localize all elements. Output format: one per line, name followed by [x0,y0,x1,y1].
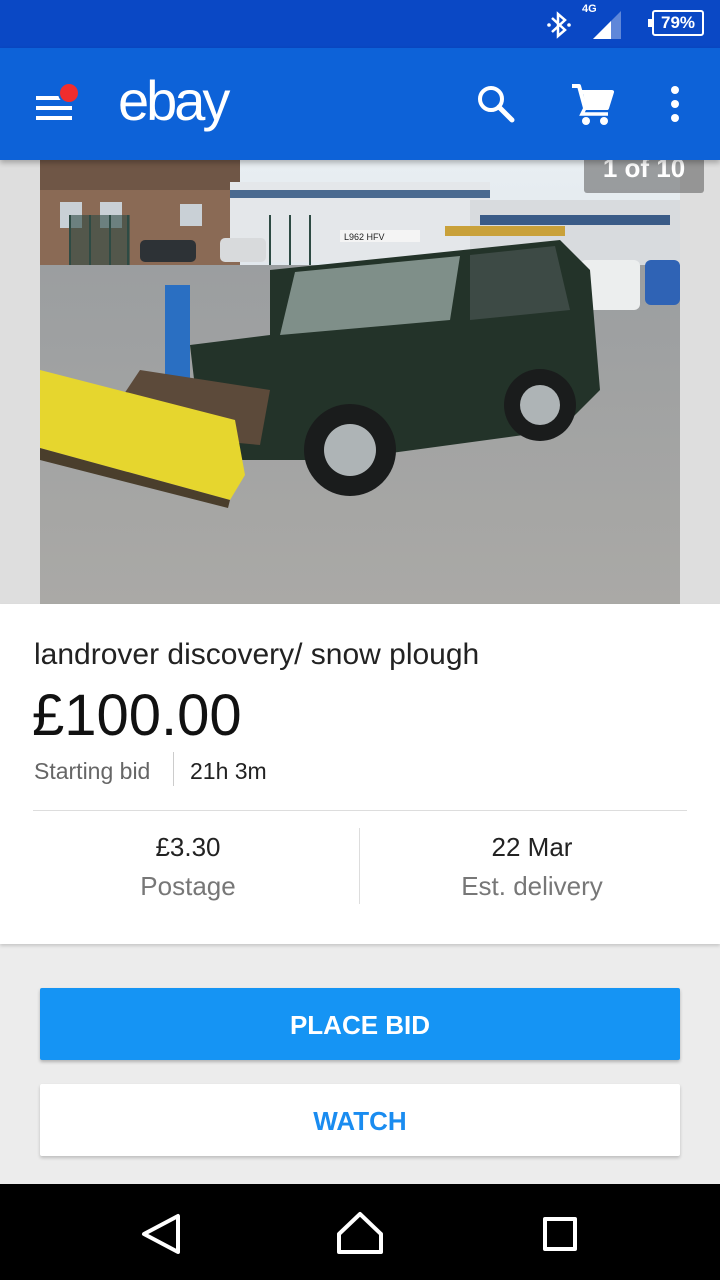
notification-dot [58,82,80,104]
home-icon[interactable] [335,1210,385,1256]
bluetooth-icon [547,11,571,39]
postage-info: £3.30 Postage [23,832,353,902]
time-left: 21h 3m [190,758,267,784]
divider [359,828,360,904]
place-bid-button[interactable]: PLACE BID [40,988,680,1060]
bid-type-label: Starting bid [34,758,151,784]
signal-icon [593,11,621,39]
battery-icon: 79% [648,10,704,36]
license-plate: L962 HFV [344,232,385,242]
app-bar: ebay [0,48,720,160]
item-title: landrover discovery/ snow plough [34,638,480,671]
image-gallery[interactable]: L962 HFV 1 of 10 [0,140,720,604]
back-icon[interactable] [138,1212,186,1256]
ebay-logo[interactable]: ebay [118,66,230,136]
menu-icon-line [36,106,72,110]
more-vert-icon[interactable] [660,84,690,124]
watch-button[interactable]: WATCH [40,1084,680,1156]
delivery-value: 22 Mar [491,832,573,862]
divider [173,752,174,786]
menu-button[interactable] [36,82,80,124]
delivery-info: 22 Mar Est. delivery [367,832,697,902]
search-icon[interactable] [474,82,518,126]
postage-label: Postage [140,871,236,901]
item-photo[interactable]: L962 HFV [40,160,680,604]
cart-icon[interactable] [570,82,616,126]
item-details-card: landrover discovery/ snow plough £100.00… [0,604,720,944]
status-bar: 4G 79% [0,0,720,48]
postage-value: £3.30 [155,832,221,862]
divider [33,810,687,811]
delivery-label: Est. delivery [461,871,603,901]
item-price: £100.00 [32,683,242,748]
menu-icon-line [36,116,72,120]
recents-icon[interactable] [543,1217,577,1251]
system-nav-bar [0,1184,720,1280]
